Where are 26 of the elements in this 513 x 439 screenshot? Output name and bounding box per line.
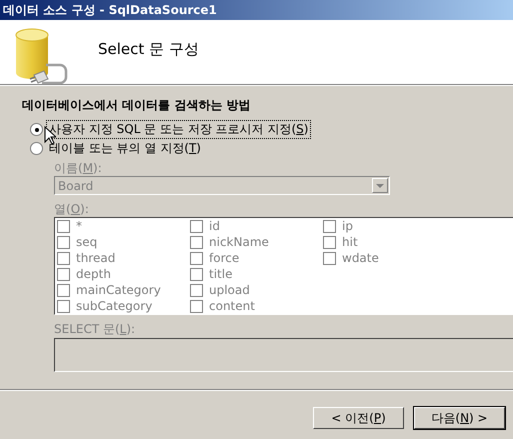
field-label: 이름(M): <box>54 160 103 176</box>
option-label[interactable]: 테이블 또는 뷰의 열 지정(T) <box>46 139 204 158</box>
field-label: 열(O): <box>54 201 90 217</box>
column-name: title <box>209 267 232 281</box>
field-label: SELECT 문(L): <box>54 321 136 337</box>
section-heading: 데이터베이스에서 데이터를 검색하는 방법 <box>22 97 252 114</box>
column-name: depth <box>76 267 111 281</box>
column-name: wdate <box>342 251 379 265</box>
column-name: subCategory <box>76 299 152 313</box>
column-name: nickName <box>209 235 269 249</box>
column-name: mainCategory <box>76 283 161 297</box>
column-name: upload <box>209 283 250 297</box>
wizard-button[interactable]: 다음(N) > <box>414 407 505 429</box>
page-title: Select 문 구성 <box>98 40 199 58</box>
column-name: id <box>209 219 220 233</box>
column-name: ip <box>342 219 353 233</box>
column-name: hit <box>342 235 358 249</box>
window-title: 데이터 소스 구성 - SqlDataSource1 <box>3 2 217 18</box>
wizard-button[interactable]: < 이전(P) <box>313 407 404 429</box>
column-name: * <box>76 219 82 233</box>
column-name: force <box>209 251 240 265</box>
radio-button[interactable] <box>30 123 43 136</box>
column-name: seq <box>76 235 98 249</box>
column-name: content <box>209 299 255 313</box>
radio-button[interactable] <box>30 142 43 155</box>
column-name: thread <box>76 251 116 265</box>
